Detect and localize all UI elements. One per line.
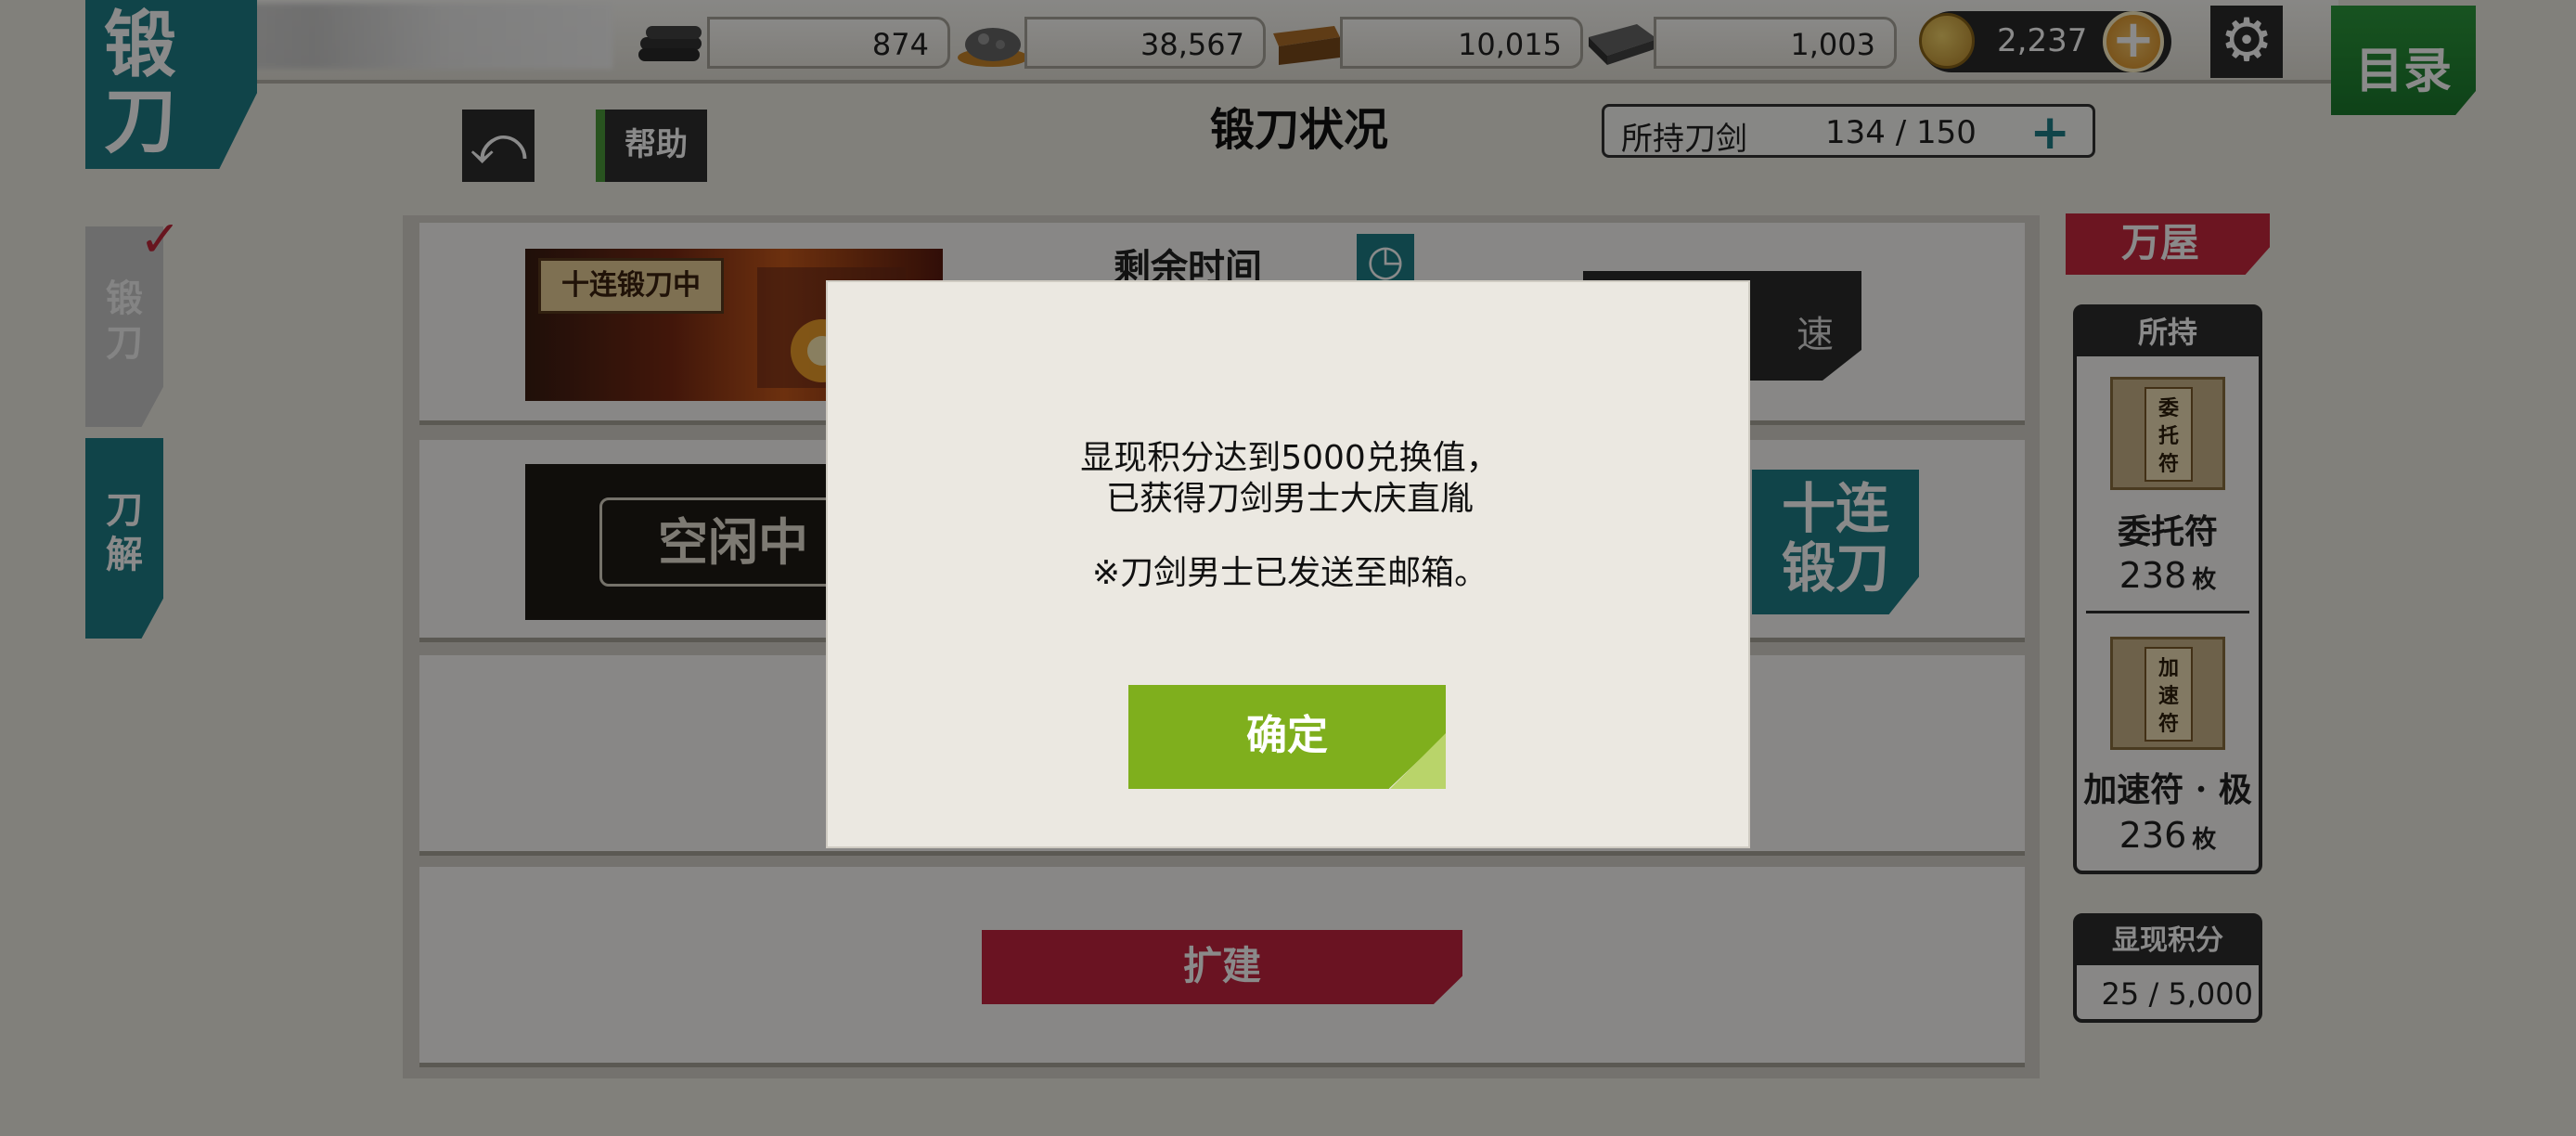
- dialog-line-3: ※刀剑男士已发送至邮箱。: [1091, 554, 1488, 592]
- ok-button[interactable]: 确定: [1128, 685, 1446, 789]
- dialog-line-2: 已获得刀剑男士大庆直胤: [1105, 480, 1474, 518]
